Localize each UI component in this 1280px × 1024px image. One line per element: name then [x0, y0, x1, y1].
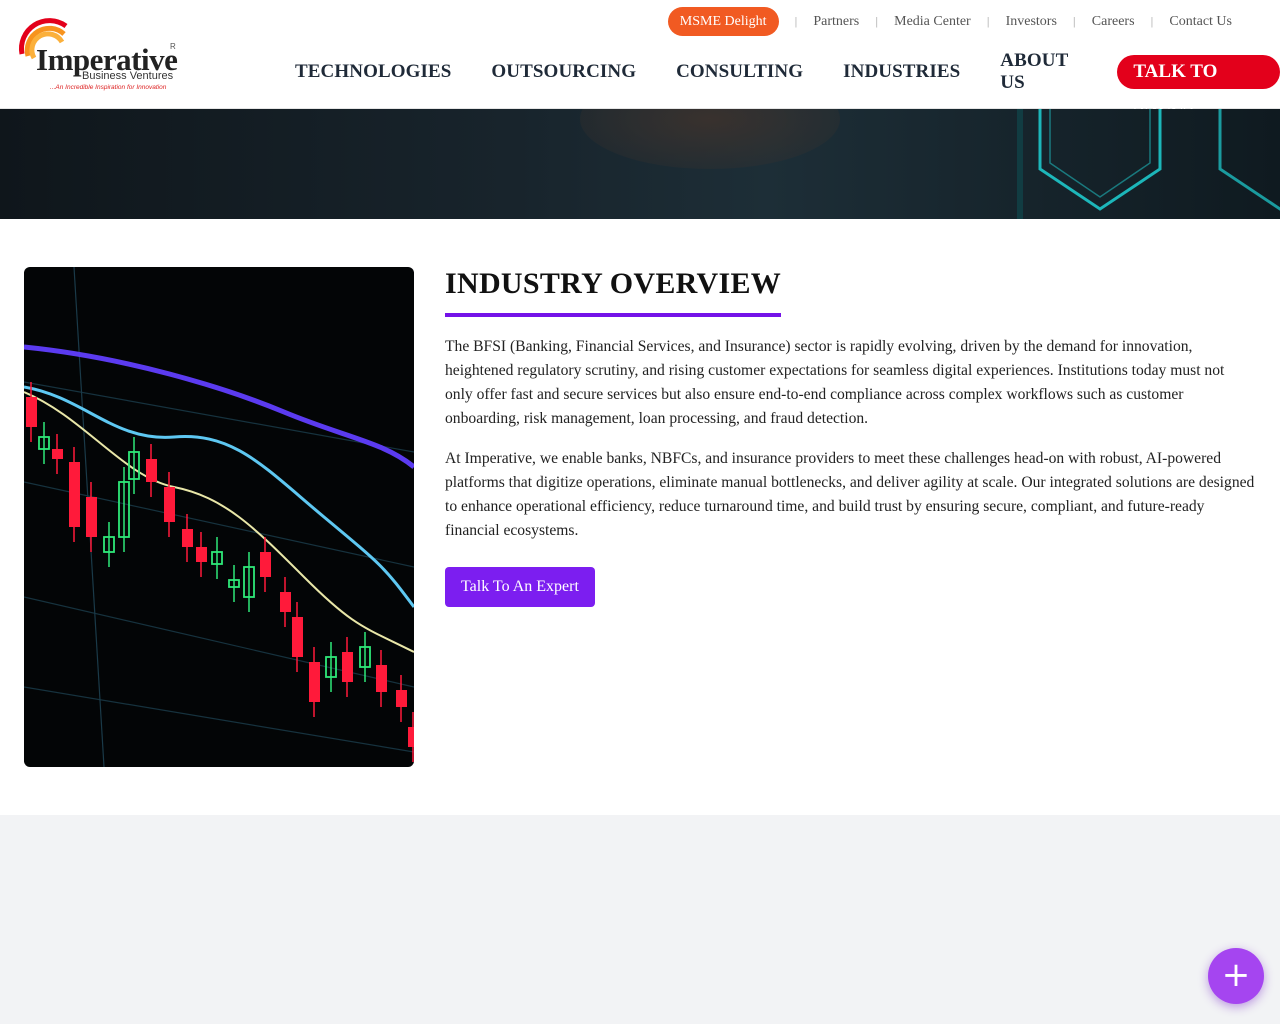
- logo-subtitle: Business Ventures: [82, 70, 174, 82]
- overview-title: INDUSTRY OVERVIEW: [445, 267, 782, 317]
- nav-consulting[interactable]: CONSULTING: [676, 61, 803, 83]
- hexagon-graphic: [1017, 109, 1280, 219]
- separator: |: [794, 15, 798, 28]
- company-logo[interactable]: Imperative R Business Ventures ...An Inc…: [14, 10, 184, 96]
- msme-delight-button[interactable]: MSME Delight: [667, 7, 779, 36]
- top-link-partners[interactable]: Partners: [813, 14, 859, 30]
- main-navigation: TECHNOLOGIES OUTSOURCING CONSULTING INDU…: [295, 50, 1280, 116]
- overview-content: INDUSTRY OVERVIEW The BFSI (Banking, Fin…: [445, 267, 1255, 607]
- top-link-contact-us[interactable]: Contact Us: [1169, 14, 1232, 30]
- nav-about-us[interactable]: ABOUT US: [1000, 50, 1085, 94]
- nav-industries[interactable]: INDUSTRIES: [843, 61, 960, 83]
- separator: |: [1150, 15, 1154, 28]
- talk-to-sales-button[interactable]: TALK TO SALES: [1117, 55, 1280, 116]
- logo-tagline: ...An Incredible Inspiration for Innovat…: [50, 84, 167, 91]
- top-utility-bar: MSME Delight | Partners | Media Center |…: [667, 7, 1232, 36]
- top-link-investors[interactable]: Investors: [1006, 14, 1057, 30]
- logo-registered-mark: R: [170, 42, 176, 51]
- separator: |: [986, 15, 990, 28]
- talk-to-expert-button[interactable]: Talk To An Expert: [445, 567, 595, 607]
- nav-technologies[interactable]: TECHNOLOGIES: [295, 61, 451, 83]
- top-link-careers[interactable]: Careers: [1092, 14, 1135, 30]
- industry-overview-section: INDUSTRY OVERVIEW The BFSI (Banking, Fin…: [0, 219, 1280, 815]
- plus-icon[interactable]: +: [1208, 948, 1264, 1004]
- top-link-media-center[interactable]: Media Center: [894, 14, 971, 30]
- lower-section-background: [0, 815, 1280, 1024]
- separator: |: [875, 15, 879, 28]
- nav-outsourcing[interactable]: OUTSOURCING: [491, 61, 636, 83]
- stock-chart-image: [24, 267, 414, 767]
- site-header: Imperative R Business Ventures ...An Inc…: [0, 0, 1280, 116]
- hero-banner-image: [0, 109, 1280, 219]
- overview-paragraph-1: The BFSI (Banking, Financial Services, a…: [445, 338, 1225, 427]
- separator: |: [1072, 15, 1076, 28]
- overview-paragraph-2: At Imperative, we enable banks, NBFCs, a…: [445, 450, 1255, 539]
